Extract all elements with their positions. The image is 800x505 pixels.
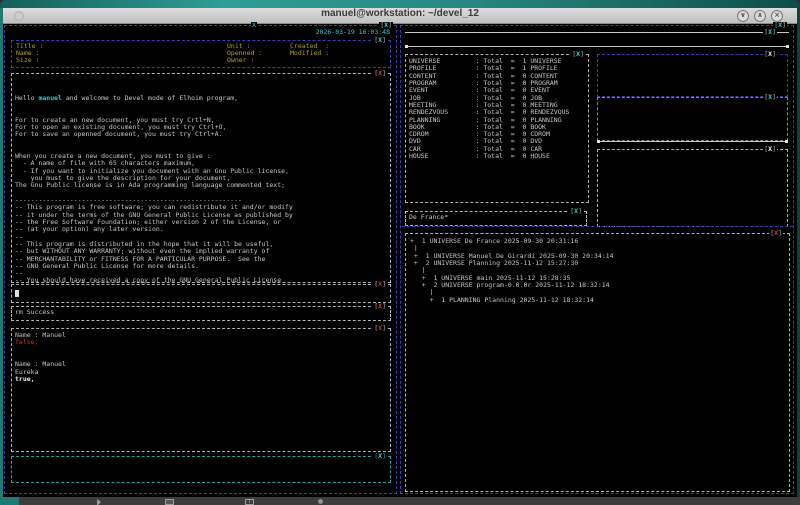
stacked-window-border-1: X — [405, 32, 789, 33]
welcome-message-window: X Hello manuel and welcome to Devel mode… — [11, 73, 391, 283]
left-panel-window: X X 2026-03-19 16:03:48 X Title : Name :… — [4, 25, 397, 494]
terminal: X X 2026-03-19 16:03:48 X Title : Name :… — [3, 24, 797, 497]
message-line — [15, 139, 312, 146]
message-line: -- (at your option) any later version. — [15, 226, 312, 233]
results-close-button[interactable]: X — [373, 325, 387, 332]
line-endcap — [405, 45, 408, 48]
rm-status-window: X rm Success — [11, 306, 391, 321]
sub-window-2: X — [597, 97, 788, 141]
result-line — [15, 347, 66, 354]
result-line: true, — [15, 376, 66, 383]
field-label-modified: Modified : — [290, 50, 329, 57]
results-window: X Name : Manuelfalse, Name : ManuelEurek… — [11, 328, 391, 452]
totals-table-close-button[interactable]: X — [571, 51, 585, 58]
results-text: Name : Manuelfalse, Name : ManuelEurekat… — [15, 332, 66, 383]
sub-window-1: X — [597, 54, 788, 97]
maximize-button[interactable]: ∧ — [754, 10, 766, 22]
sub-window-2-close-button[interactable]: X — [763, 94, 777, 101]
universe-tree-close-button[interactable]: X — [769, 230, 783, 237]
welcome-close-button[interactable]: X — [373, 70, 387, 77]
sub-window-border — [597, 141, 788, 142]
background-window-close-button[interactable]: X — [251, 22, 257, 29]
universe-tree-window: X + 1 UNIVERSE De France 2025-09-30 20:3… — [405, 233, 790, 492]
window-title: manuel@workstation: ~/devel_12 — [3, 8, 797, 19]
minimize-button[interactable]: ∨ — [737, 10, 749, 22]
sub-window-3: X — [597, 149, 788, 227]
field-label-owner: Owner : — [227, 57, 254, 64]
totals-table-window: X UNIVERSE : Total = 1 UNIVERSEPROFILE :… — [405, 54, 589, 203]
table-row: HOUSE : Total = 0 HOUSE — [409, 153, 569, 160]
selection-window: X De France* — [405, 211, 587, 226]
sub-window-3-close-button[interactable]: X — [763, 146, 777, 153]
universe-tree: + 1 UNIVERSE De France 2025-09-30 20:31:… — [410, 238, 614, 304]
rm-status-text: rm Success — [15, 309, 54, 316]
selection-text: De France* — [409, 214, 448, 221]
titlebar: manuel@workstation: ~/devel_12 ∨ ∧ × — [3, 8, 797, 24]
tree-line[interactable]: + 1 PLANNING Planning 2025-11-12 18:32:1… — [410, 297, 614, 304]
sub-window-1-close-button[interactable]: X — [763, 51, 777, 58]
message-line: -- GNU General Public License for more d… — [15, 263, 312, 270]
window-menu-icon[interactable] — [14, 11, 24, 21]
document-info-window: X Title : Name : Size : Unit : Openned :… — [11, 40, 391, 68]
taskbar-windows-icon[interactable] — [165, 499, 174, 505]
greeting-line: Hello manuel and welcome to Devel mode o… — [15, 95, 312, 102]
selection-close-button[interactable]: X — [569, 208, 583, 215]
text-cursor — [15, 290, 19, 297]
screen: manuel@workstation: ~/devel_12 ∨ ∧ × X X… — [0, 0, 800, 505]
result-line: false, — [15, 339, 66, 346]
document-info-close-button[interactable]: X — [373, 37, 387, 44]
line-endcap — [597, 140, 600, 143]
window-frame-top — [0, 0, 800, 8]
totals-table: UNIVERSE : Total = 1 UNIVERSEPROFILE : T… — [409, 58, 569, 160]
taskbar-cursor-icon[interactable] — [97, 499, 101, 505]
tree-line[interactable]: + 2 UNIVERSE Planning 2025-11-12 15:27:3… — [410, 260, 614, 267]
field-label-size: Size : — [16, 57, 39, 64]
stacked-window-border-2 — [405, 46, 789, 47]
message-line: The Gnu Public license is in Ada program… — [15, 182, 312, 189]
stacked-window-1-close-button[interactable]: X — [763, 29, 777, 36]
taskbar-terminal-icon[interactable]: T — [245, 499, 254, 505]
tree-line[interactable]: + 1 UNIVERSE De France 2025-09-30 20:31:… — [410, 238, 614, 245]
window-corner — [0, 497, 19, 505]
taskbar-dot-icon[interactable] — [318, 499, 323, 504]
command-input-close-button[interactable]: X — [373, 281, 387, 288]
command-input-window[interactable]: X — [11, 284, 391, 303]
desktop-taskbar: T — [0, 497, 800, 505]
message-line: For to save an openned document, you mus… — [15, 131, 312, 138]
line-endcap — [785, 140, 788, 143]
teal-window-close-button[interactable]: X — [373, 453, 387, 460]
line-endcap — [786, 45, 789, 48]
rm-status-close-button[interactable]: X — [373, 303, 387, 310]
panel-divider — [402, 226, 793, 227]
tree-line[interactable]: + 2 UNIVERSE program-0.0.0r 2025-11-12 1… — [410, 282, 614, 289]
right-panel-window: X X X UNIVERSE : Total = 1 UNIVERSEPROFI… — [400, 25, 794, 494]
empty-teal-window: X — [11, 456, 391, 483]
username: manuel — [38, 94, 61, 102]
